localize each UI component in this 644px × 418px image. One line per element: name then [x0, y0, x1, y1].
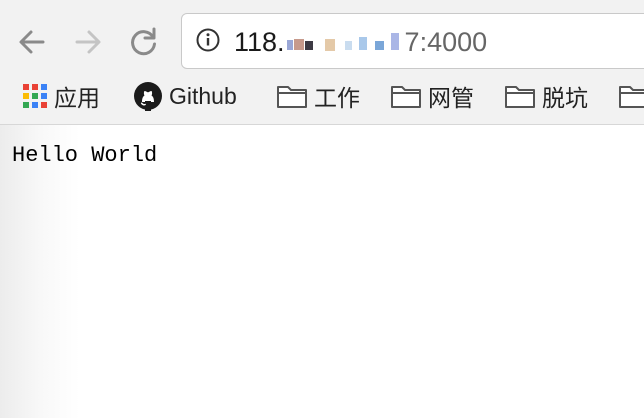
folder-icon — [390, 83, 422, 109]
folder-icon — [504, 83, 536, 109]
toolbar: 118. 7:4000 — [0, 0, 644, 76]
bookmark-apps[interactable]: 应用 — [22, 76, 100, 116]
bookmark-folder-netadmin[interactable]: 网管 — [390, 76, 474, 116]
url-redacted-mosaic — [286, 29, 403, 55]
bookmark-label: 网管 — [428, 85, 474, 111]
reload-button[interactable] — [124, 22, 164, 62]
arrow-right-icon — [75, 30, 101, 54]
info-icon[interactable] — [196, 28, 220, 52]
url-port-suffix: 7:4000 — [404, 27, 488, 57]
bookmark-folder-partial[interactable] — [618, 76, 644, 116]
url-text[interactable]: 118. 7:4000 — [234, 26, 487, 58]
bookmark-github[interactable]: Github — [133, 76, 237, 116]
bookmarks-bar: 应用 Github 工作 网管 脱坑 — [0, 76, 644, 124]
arrow-left-icon — [19, 30, 45, 54]
bookmark-label: Github — [169, 82, 237, 109]
github-icon — [133, 81, 163, 111]
browser-window: 118. 7:4000 应用 Github 工作 网管 脱坑 Hello Wor… — [0, 0, 644, 418]
bookmark-folder-tuokeng[interactable]: 脱坑 — [504, 76, 588, 116]
forward-button[interactable] — [68, 22, 108, 62]
body-text: Hello World — [12, 143, 158, 168]
url-host-prefix: 118. — [234, 27, 285, 57]
apps-grid-icon — [22, 83, 48, 109]
back-button[interactable] — [12, 22, 52, 62]
reload-icon — [131, 27, 156, 56]
bookmark-folder-work[interactable]: 工作 — [276, 76, 360, 116]
bookmark-label: 工作 — [314, 85, 360, 111]
bookmark-label: 应用 — [54, 85, 100, 111]
bookmark-label: 脱坑 — [542, 85, 588, 111]
browser-chrome: 118. 7:4000 应用 Github 工作 网管 脱坑 — [0, 0, 644, 125]
folder-icon — [276, 83, 308, 109]
address-bar[interactable]: 118. 7:4000 — [181, 13, 644, 69]
page-content: Hello World — [0, 125, 644, 418]
folder-icon — [618, 83, 644, 109]
